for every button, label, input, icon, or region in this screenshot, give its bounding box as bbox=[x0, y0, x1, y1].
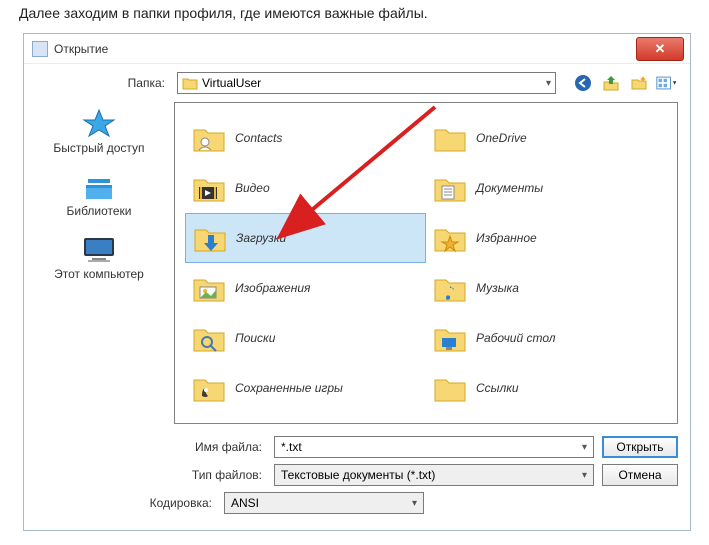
item-label: Contacts bbox=[235, 131, 282, 145]
filename-input[interactable]: *.txt ▾ bbox=[274, 436, 594, 458]
folder-item-downloads[interactable]: Загрузки bbox=[185, 213, 426, 263]
window-icon bbox=[32, 41, 48, 57]
chevron-down-icon: ▾ bbox=[582, 470, 587, 481]
folder-search-icon bbox=[191, 320, 227, 356]
folder-item-documents[interactable]: Документы bbox=[426, 163, 667, 213]
close-icon: ✕ bbox=[655, 41, 666, 57]
folder-documents-icon bbox=[432, 170, 468, 206]
folder-games-icon bbox=[191, 370, 227, 406]
item-label: Загрузки bbox=[236, 231, 286, 245]
folder-music-icon bbox=[432, 270, 468, 306]
item-label: Поиски bbox=[235, 331, 275, 345]
page-caption: Далее заходим в папки профиля, где имеют… bbox=[5, 5, 704, 21]
views-icon[interactable] bbox=[656, 73, 678, 93]
item-label: Ссылки bbox=[476, 381, 519, 395]
filename-label: Имя файла: bbox=[36, 440, 266, 454]
folder-item-favorites[interactable]: Избранное bbox=[426, 213, 667, 263]
cancel-button[interactable]: Отмена bbox=[602, 464, 678, 486]
libraries-icon bbox=[82, 171, 116, 201]
close-button[interactable]: ✕ bbox=[636, 37, 684, 61]
folder-item-links[interactable]: Ссылки bbox=[426, 363, 667, 413]
computer-icon bbox=[80, 234, 118, 264]
folder-icon bbox=[182, 76, 198, 90]
new-folder-icon[interactable] bbox=[628, 73, 650, 93]
window-title: Открытие bbox=[54, 42, 636, 56]
folder-pictures-icon bbox=[191, 270, 227, 306]
folder-item-pictures[interactable]: Изображения bbox=[185, 263, 426, 313]
folder-item-video[interactable]: Видео bbox=[185, 163, 426, 213]
file-column-2: OneDrive Документы Избранное Музыка Рабо… bbox=[426, 113, 667, 413]
item-label: Рабочий стол bbox=[476, 331, 556, 345]
folder-favorites-icon bbox=[432, 220, 468, 256]
sidebar-item-quick-access[interactable]: Быстрый доступ bbox=[30, 108, 168, 155]
item-label: Сохраненные игры bbox=[235, 381, 343, 395]
folder-onedrive-icon bbox=[432, 120, 468, 156]
folder-downloads-icon bbox=[192, 220, 228, 256]
folder-item-desktop[interactable]: Рабочий стол bbox=[426, 313, 667, 363]
sidebar-label: Библиотеки bbox=[30, 204, 168, 218]
item-label: Изображения bbox=[235, 281, 310, 295]
folder-contacts-icon bbox=[191, 120, 227, 156]
open-dialog: Открытие ✕ Папка: VirtualUser ▾ Быстрый … bbox=[23, 33, 691, 531]
folder-item-music[interactable]: Музыка bbox=[426, 263, 667, 313]
file-column-1: Contacts Видео Загрузки Изображения Поис… bbox=[185, 113, 426, 413]
encoding-label: Кодировка: bbox=[36, 496, 216, 510]
chevron-down-icon: ▾ bbox=[412, 498, 417, 509]
folder-value: VirtualUser bbox=[202, 76, 261, 90]
toolbar bbox=[562, 73, 678, 93]
item-label: OneDrive bbox=[476, 131, 527, 145]
encoding-value: ANSI bbox=[231, 496, 259, 510]
back-icon[interactable] bbox=[572, 73, 594, 93]
folder-row: Папка: VirtualUser ▾ bbox=[24, 64, 690, 98]
sidebar-label: Этот компьютер bbox=[30, 267, 168, 281]
title-bar: Открытие ✕ bbox=[24, 34, 690, 64]
item-label: Избранное bbox=[476, 231, 537, 245]
filename-value: *.txt bbox=[281, 440, 302, 454]
up-icon[interactable] bbox=[600, 73, 622, 93]
chevron-down-icon: ▾ bbox=[546, 78, 551, 89]
folder-desktop-icon bbox=[432, 320, 468, 356]
bottom-panel: Имя файла: *.txt ▾ Открыть Тип файлов: Те… bbox=[24, 432, 690, 530]
item-label: Документы bbox=[476, 181, 543, 195]
folder-combo[interactable]: VirtualUser ▾ bbox=[177, 72, 556, 94]
item-label: Музыка bbox=[476, 281, 519, 295]
dialog-body: Быстрый доступ Библиотеки Этот компьютер… bbox=[24, 98, 690, 432]
folder-item-saved-games[interactable]: Сохраненные игры bbox=[185, 363, 426, 413]
chevron-down-icon: ▾ bbox=[582, 442, 587, 453]
open-button[interactable]: Открыть bbox=[602, 436, 678, 458]
folder-label: Папка: bbox=[36, 76, 171, 90]
filetype-value: Текстовые документы (*.txt) bbox=[281, 468, 435, 482]
sidebar-item-libraries[interactable]: Библиотеки bbox=[30, 171, 168, 218]
sidebar-item-this-pc[interactable]: Этот компьютер bbox=[30, 234, 168, 281]
encoding-combo[interactable]: ANSI ▾ bbox=[224, 492, 424, 514]
folder-item-contacts[interactable]: Contacts bbox=[185, 113, 426, 163]
star-icon bbox=[82, 108, 116, 138]
folder-video-icon bbox=[191, 170, 227, 206]
folder-item-onedrive[interactable]: OneDrive bbox=[426, 113, 667, 163]
sidebar-label: Быстрый доступ bbox=[30, 141, 168, 155]
folder-item-search[interactable]: Поиски bbox=[185, 313, 426, 363]
file-list[interactable]: Contacts Видео Загрузки Изображения Поис… bbox=[174, 102, 678, 424]
filetype-label: Тип файлов: bbox=[36, 468, 266, 482]
filetype-combo[interactable]: Текстовые документы (*.txt) ▾ bbox=[274, 464, 594, 486]
places-sidebar: Быстрый доступ Библиотеки Этот компьютер bbox=[24, 98, 174, 432]
folder-links-icon bbox=[432, 370, 468, 406]
item-label: Видео bbox=[235, 181, 270, 195]
